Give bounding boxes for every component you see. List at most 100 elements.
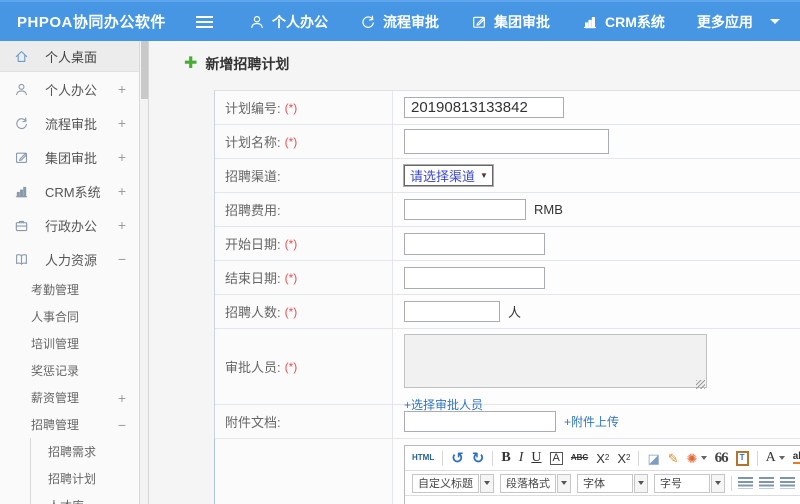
- recruitment-plan-form: 计划编号:(*)计划名称:(*)招聘渠道:请选择渠道▼招聘费用:RMB开始日期:…: [214, 90, 800, 504]
- select-arrow-icon: ▼: [480, 171, 488, 180]
- page-title: ✚ 新增招聘计划: [184, 54, 800, 74]
- italic-button[interactable]: I: [519, 451, 524, 465]
- attachment-upload-link[interactable]: +附件上传: [564, 413, 619, 430]
- field-input-1[interactable]: [404, 97, 564, 118]
- dropdown-arrow-icon[interactable]: [480, 473, 494, 493]
- expand-icon[interactable]: +: [118, 81, 126, 97]
- style-select[interactable]: 自定义标题: [412, 473, 494, 493]
- expand-icon[interactable]: +: [118, 149, 126, 165]
- field-label-cell: [215, 439, 393, 504]
- sidebar-subitem-薪资管理[interactable]: 薪资管理 +: [0, 384, 139, 411]
- scrollbar-thumb[interactable]: [141, 41, 148, 99]
- field-input-9[interactable]: [404, 411, 556, 432]
- paint-dropdown-icon[interactable]: ✺: [687, 452, 707, 465]
- sidebar-subitem-考勤管理[interactable]: 考勤管理: [0, 276, 139, 303]
- collapse-icon[interactable]: −: [118, 251, 126, 267]
- sidebar-subitem-label: 奖惩记录: [31, 364, 80, 378]
- align-center-icon[interactable]: [759, 477, 774, 489]
- redo-icon[interactable]: ↻: [472, 451, 485, 466]
- editor-content-area[interactable]: [405, 496, 800, 504]
- field-input-2[interactable]: [404, 129, 609, 154]
- html-source-button[interactable]: HTML: [412, 454, 434, 462]
- expand-icon[interactable]: +: [118, 217, 126, 233]
- channel-select[interactable]: 请选择渠道 ▼: [404, 165, 493, 186]
- sidebar-subitem-招聘管理[interactable]: 招聘管理 −: [0, 411, 139, 438]
- sidebar: 个人桌面 个人办公 + 流程审批 + 集团审批 + CRM系统 + 行政办公 + 人力资源 − 考勤管理人…: [0, 41, 140, 504]
- topnav-label: 集团审批: [494, 13, 550, 30]
- hamburger-menu-icon[interactable]: [196, 15, 213, 28]
- toolbar-select-value: 自定义标题: [412, 473, 479, 493]
- field-input-7[interactable]: [404, 301, 500, 322]
- paragraph-select[interactable]: 段落格式: [500, 473, 571, 493]
- sidebar-subitem-label: 招聘管理: [31, 418, 80, 432]
- briefcase-icon: [14, 218, 37, 233]
- dropdown-arrow-icon[interactable]: [557, 473, 571, 493]
- font-color-label: A: [765, 450, 776, 465]
- field-input-4[interactable]: [404, 199, 526, 220]
- highlight-dropdown[interactable]: ab: [792, 452, 800, 464]
- font-size-select[interactable]: 字号: [654, 473, 725, 493]
- format-brush-icon[interactable]: ✎: [668, 452, 679, 465]
- subscript-button[interactable]: X2: [617, 452, 630, 465]
- sidebar-item-label: 集团审批: [45, 150, 98, 166]
- underline-button[interactable]: U: [531, 451, 541, 465]
- required-mark: (*): [284, 359, 298, 374]
- superscript-button[interactable]: X2: [596, 452, 609, 465]
- expand-icon[interactable]: +: [118, 115, 126, 131]
- book-icon: [14, 252, 37, 267]
- sidebar-item-1[interactable]: 个人桌面: [0, 41, 139, 72]
- field-label: 计划名称:: [225, 135, 281, 150]
- font-color-dropdown[interactable]: A: [766, 451, 785, 465]
- bordered-text-button[interactable]: A: [549, 451, 563, 465]
- dropdown-arrow-icon[interactable]: [634, 473, 648, 493]
- field-label-cell: 招聘费用:: [215, 193, 393, 226]
- sidebar-subitem-label: 薪资管理: [31, 391, 80, 405]
- eraser-icon[interactable]: ◪: [647, 452, 659, 465]
- user-icon: [249, 14, 265, 30]
- sidebar-item-5[interactable]: CRM系统 +: [0, 174, 139, 208]
- field-input-6[interactable]: [404, 266, 545, 289]
- resize-grip-icon[interactable]: [696, 380, 705, 389]
- undo-icon[interactable]: ↺: [451, 451, 464, 466]
- strikethrough-button[interactable]: ABC: [571, 454, 588, 462]
- topnav-item-2[interactable]: 流程审批: [344, 2, 455, 41]
- topnav-label: 更多应用: [696, 13, 753, 30]
- sidebar-item-7[interactable]: 人力资源 −: [0, 242, 139, 276]
- align-right-icon[interactable]: [780, 477, 795, 489]
- sidebar-item-2[interactable]: 个人办公 +: [0, 72, 139, 106]
- chevron-down-icon[interactable]: [769, 19, 780, 24]
- topnav-item-5[interactable]: 更多应用: [681, 2, 796, 41]
- field-label-cell: 计划名称: (*): [215, 125, 393, 158]
- topnav-item-4[interactable]: CRM系统: [566, 2, 681, 41]
- sidebar-item-4[interactable]: 集团审批 +: [0, 140, 139, 174]
- sidebar-subitem-人事合同[interactable]: 人事合同: [0, 303, 139, 330]
- sidebar-leaf-招聘需求[interactable]: 招聘需求: [31, 438, 139, 465]
- topnav-item-3[interactable]: 集团审批: [455, 2, 566, 41]
- blockquote-button[interactable]: 66: [715, 450, 729, 466]
- sidebar-subitem-培训管理[interactable]: 培训管理: [0, 330, 139, 357]
- field-value-cell: HTML↺↻BIUAABCX2X2◪✎✺66TAab▤自定义标题段落格式字体字号…: [393, 439, 800, 504]
- align-left-icon[interactable]: [738, 477, 753, 489]
- field-label: 计划编号:: [225, 101, 281, 116]
- bold-button[interactable]: B: [501, 451, 510, 465]
- field-input-5[interactable]: [404, 232, 545, 255]
- field-label: 附件文档:: [225, 415, 281, 430]
- sidebar-subitem-奖惩记录[interactable]: 奖惩记录: [0, 357, 139, 384]
- expand-icon[interactable]: +: [118, 390, 126, 406]
- sidebar-leaf-招聘计划[interactable]: 招聘计划: [31, 465, 139, 492]
- page-title-text: 新增招聘计划: [205, 56, 290, 72]
- channel-select-value: 请选择渠道: [410, 169, 476, 184]
- approver-textarea[interactable]: [404, 334, 707, 388]
- sidebar-item-6[interactable]: 行政办公 +: [0, 208, 139, 242]
- dropdown-arrow-icon[interactable]: [700, 456, 707, 460]
- sidebar-item-3[interactable]: 流程审批 +: [0, 106, 139, 140]
- font-family-select[interactable]: 字体: [577, 473, 648, 493]
- sidebar-leaf-人才库[interactable]: 人才库: [31, 492, 139, 504]
- dropdown-arrow-icon[interactable]: [711, 473, 725, 493]
- expand-icon[interactable]: +: [118, 183, 126, 199]
- collapse-icon[interactable]: −: [118, 417, 126, 433]
- topnav-item-1[interactable]: 个人办公: [233, 2, 344, 41]
- paste-icon[interactable]: T: [735, 450, 749, 466]
- sidebar-scrollbar[interactable]: [140, 41, 149, 504]
- dropdown-arrow-icon[interactable]: [778, 456, 785, 460]
